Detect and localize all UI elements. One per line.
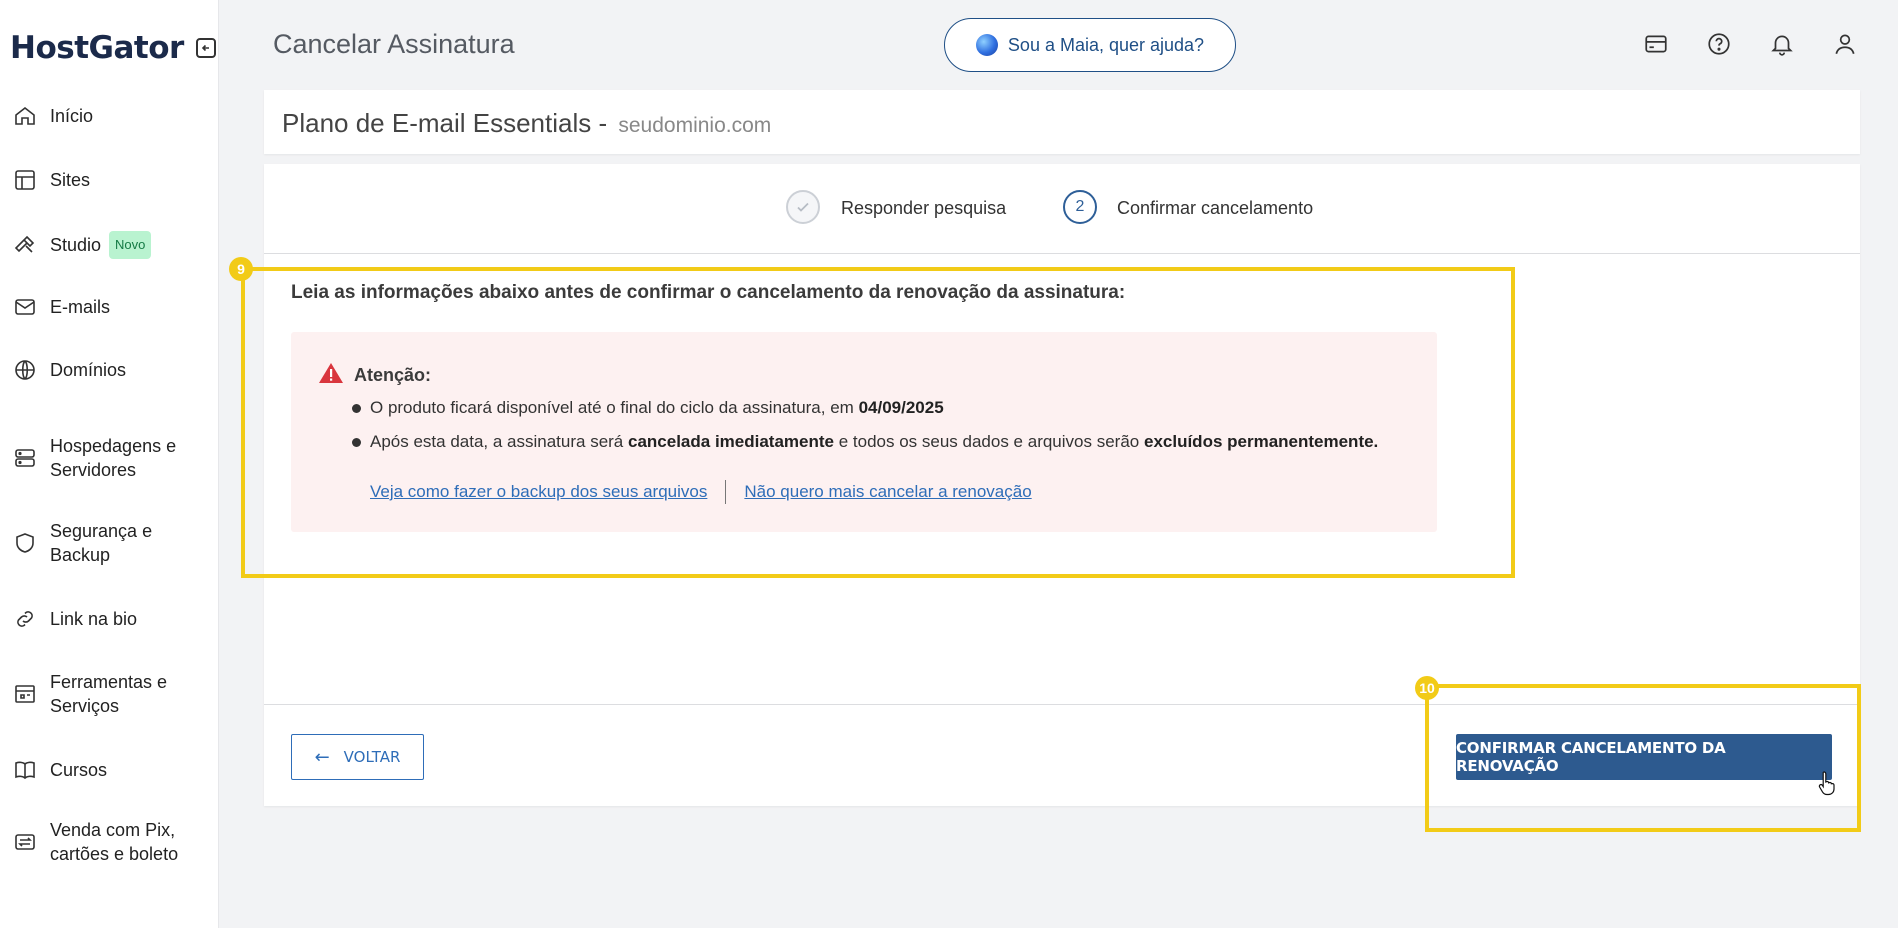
tools-icon — [12, 681, 38, 707]
sidebar-item-label: Link na bio — [50, 609, 138, 629]
back-label: VOLTAR — [343, 748, 401, 766]
server-icon — [12, 445, 38, 471]
credit-card-icon[interactable] — [1642, 30, 1670, 58]
stepper: Responder pesquisa 2 Confirmar cancelame… — [264, 164, 1860, 254]
step2-label: Confirmar cancelamento — [1117, 198, 1314, 218]
sidebar-item-hospedagens[interactable]: Hospedagens e Servidores — [0, 434, 218, 482]
layout-icon — [12, 167, 38, 193]
book-icon — [12, 757, 38, 783]
annotation-box-10 — [1425, 684, 1861, 832]
sidebar-item-label: Início — [50, 106, 94, 126]
home-icon — [12, 103, 38, 129]
user-icon[interactable] — [1831, 30, 1859, 58]
maia-assistant-label: Sou a Maia, quer ajuda? — [1007, 34, 1205, 55]
plan-title: Plano de E-mail Essentials - seudominio.… — [282, 108, 771, 139]
studio-label: Studio — [50, 235, 102, 255]
logo-row: HostGator — [10, 30, 216, 66]
maia-assistant-button[interactable]: Sou a Maia, quer ajuda? — [944, 18, 1236, 72]
plan-name: Plano de E-mail Essentials - — [282, 108, 608, 138]
sidebar-item-link-na-bio[interactable]: Link na bio — [0, 607, 218, 631]
help-icon[interactable] — [1705, 30, 1733, 58]
sidebar-item-label: Sites — [50, 170, 91, 190]
sidebar-item-dominios[interactable]: Domínios — [0, 358, 218, 382]
sidebar-item-emails[interactable]: E-mails — [0, 295, 218, 319]
sidebar-item-label: Cursos — [50, 760, 108, 780]
sidebar-item-studio[interactable]: Studio Novo — [0, 231, 218, 259]
plan-header-card: Plano de E-mail Essentials - seudominio.… — [264, 90, 1860, 154]
sidebar-item-seguranca[interactable]: Segurança e Backup — [0, 519, 218, 567]
sidebar-item-ferramentas[interactable]: Ferramentas e Serviços — [0, 670, 218, 718]
sidebar-item-label: Ferramentas e Serviços — [50, 672, 168, 716]
arrow-left-icon: ← — [314, 746, 330, 768]
sidebar-item-label: Domínios — [50, 360, 127, 380]
sidebar-item-label: E-mails — [50, 297, 111, 317]
sidebar: HostGator Início Sites Studio Novo E-mai… — [0, 0, 219, 928]
sidebar-item-label: Studio Novo — [50, 231, 210, 259]
step2-number: 2 — [1063, 190, 1097, 224]
transfer-icon — [12, 829, 38, 855]
step-complete-check-icon — [786, 190, 820, 224]
sidebar-item-label: Hospedagens e Servidores — [50, 436, 177, 480]
annotation-box-9 — [241, 267, 1515, 578]
back-button[interactable]: ← VOLTAR — [291, 734, 424, 780]
shield-icon — [12, 530, 38, 556]
annotation-badge-10: 10 — [1415, 676, 1439, 700]
bell-icon[interactable] — [1768, 30, 1796, 58]
sidebar-item-inicio[interactable]: Início — [0, 104, 218, 128]
step1-label: Responder pesquisa — [841, 198, 1007, 218]
hostgator-logo[interactable]: HostGator — [10, 30, 184, 66]
hand-cursor-icon — [1818, 770, 1838, 796]
sidebar-item-cursos[interactable]: Cursos — [0, 758, 218, 782]
link-icon — [12, 606, 38, 632]
new-badge: Novo — [109, 231, 152, 259]
collapse-sidebar-icon[interactable] — [195, 38, 216, 58]
sidebar-item-venda-pix[interactable]: Venda com Pix, cartões e boleto — [0, 818, 218, 866]
page-title: Cancelar Assinatura — [273, 29, 515, 59]
mail-icon — [12, 294, 38, 320]
plan-domain: seudominio.com — [618, 114, 772, 137]
hammer-icon — [12, 232, 38, 258]
sidebar-item-label: Venda com Pix, cartões e boleto — [50, 820, 179, 864]
sidebar-item-label: Segurança e Backup — [50, 521, 153, 565]
maia-orb-icon — [975, 34, 998, 56]
annotation-badge-9: 9 — [229, 257, 253, 281]
globe-icon — [12, 357, 38, 383]
sidebar-item-sites[interactable]: Sites — [0, 168, 218, 192]
